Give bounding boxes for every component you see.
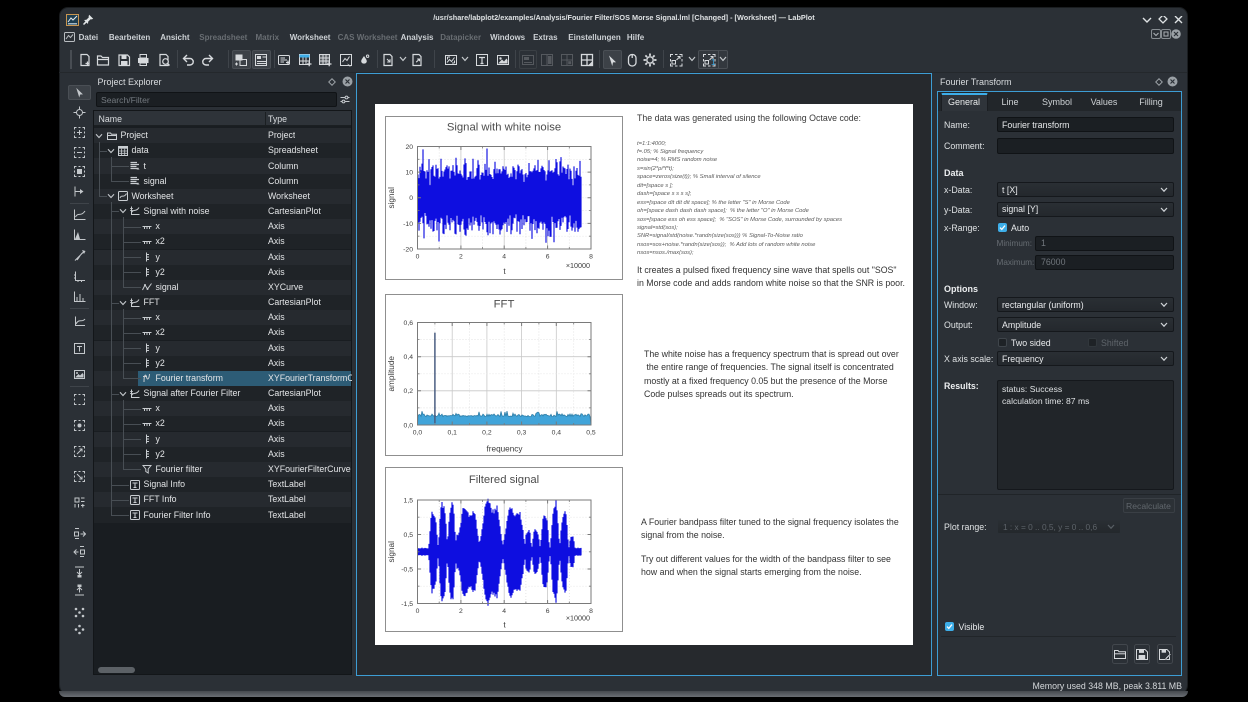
svg-text:4: 4 — [502, 608, 506, 615]
svg-text:6: 6 — [546, 254, 550, 261]
svg-text:0,6: 0,6 — [404, 320, 414, 327]
svg-text:10: 10 — [405, 170, 413, 177]
svg-text:4: 4 — [502, 254, 506, 261]
svg-text:×10000: ×10000 — [566, 614, 590, 623]
svg-text:0,4: 0,4 — [552, 430, 562, 437]
svg-text:-0,5: -0,5 — [401, 566, 413, 573]
svg-text:0,0: 0,0 — [404, 422, 414, 429]
svg-text:signal: signal — [387, 187, 396, 209]
svg-text:Filtered signal: Filtered signal — [469, 474, 539, 486]
svg-text:amplitude: amplitude — [387, 356, 396, 392]
svg-text:Signal with white noise: Signal with white noise — [447, 122, 561, 134]
svg-text:1: 1 — [711, 58, 716, 67]
svg-text:frequency: frequency — [487, 445, 524, 454]
svg-text:-1,5: -1,5 — [401, 601, 413, 608]
svg-text:-20: -20 — [403, 246, 413, 253]
svg-text:0,1: 0,1 — [447, 430, 457, 437]
svg-text:0,5: 0,5 — [586, 430, 596, 437]
svg-text:8: 8 — [589, 254, 593, 261]
svg-text:2: 2 — [459, 608, 463, 615]
svg-text:20: 20 — [405, 144, 413, 151]
svg-text:1,5: 1,5 — [404, 497, 414, 504]
svg-text:0,2: 0,2 — [482, 430, 492, 437]
svg-text:0: 0 — [416, 254, 420, 261]
svg-text:signal: signal — [387, 541, 396, 563]
svg-text:8: 8 — [589, 608, 593, 615]
svg-text:×10000: ×10000 — [566, 261, 590, 270]
svg-text:0,4: 0,4 — [404, 354, 414, 361]
svg-text:0,3: 0,3 — [517, 430, 527, 437]
svg-text:0,5: 0,5 — [404, 532, 414, 539]
svg-text:0: 0 — [409, 195, 413, 202]
svg-text:6: 6 — [546, 608, 550, 615]
svg-text:0: 0 — [416, 608, 420, 615]
svg-text:2: 2 — [459, 254, 463, 261]
svg-text:0,0: 0,0 — [413, 430, 423, 437]
svg-text:0,2: 0,2 — [404, 388, 414, 395]
svg-text:FFT: FFT — [494, 299, 515, 311]
svg-text:-10: -10 — [403, 221, 413, 228]
